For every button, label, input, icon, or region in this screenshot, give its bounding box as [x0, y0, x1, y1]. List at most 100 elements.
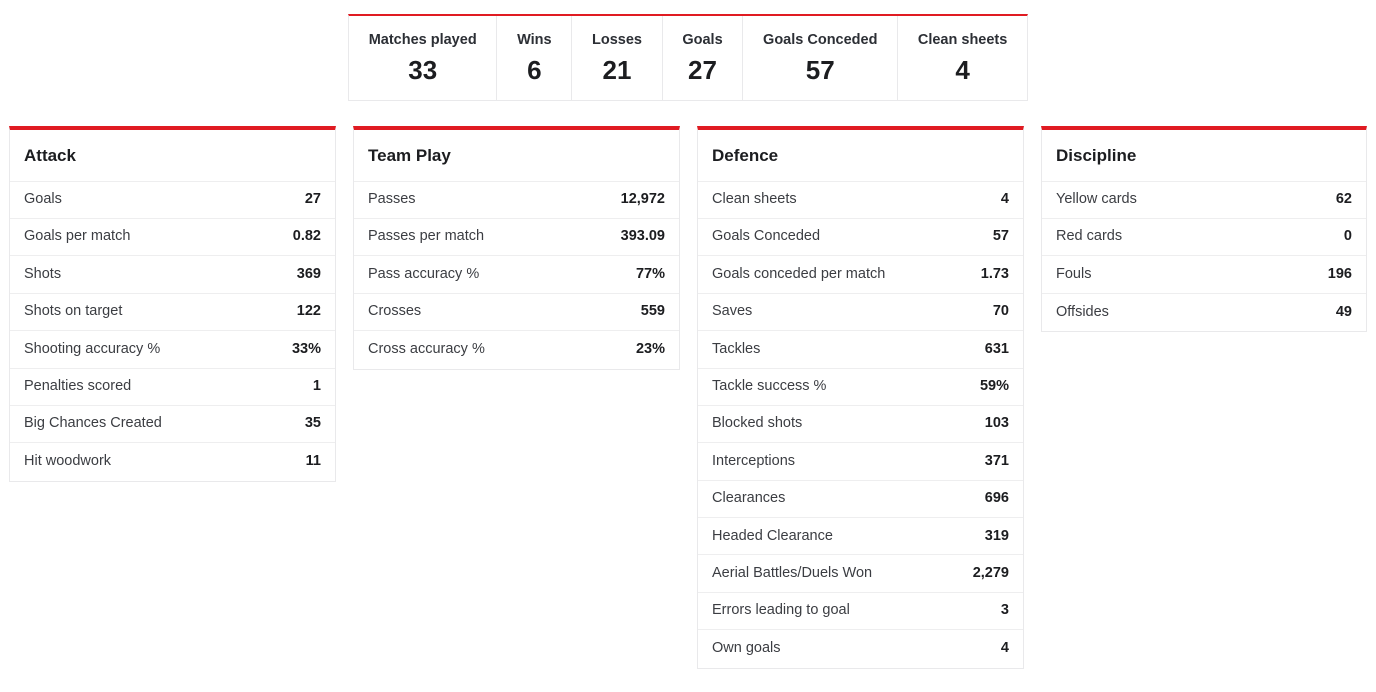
- stat-label: Pass accuracy %: [368, 265, 480, 282]
- stat-label: Shots: [24, 265, 62, 282]
- summary-label: Wins: [517, 31, 552, 48]
- stat-label: Saves: [712, 303, 753, 320]
- stat-label: Cross accuracy %: [368, 341, 485, 358]
- stat-value: 1: [312, 378, 321, 394]
- stat-value: 3: [1000, 602, 1009, 619]
- stat-row: Clean sheets 4: [698, 182, 1023, 219]
- stat-row: Goals Conceded 57: [698, 219, 1023, 257]
- summary-label: Clean sheets: [917, 31, 1008, 48]
- stat-card-team-play: Team Play Passes 12,972 Passes per match 393…: [353, 126, 680, 370]
- stat-label: Shots on target: [24, 303, 123, 320]
- stat-row: Big Chances Created 35: [10, 406, 335, 444]
- stat-row: Shooting accuracy % 33%: [10, 331, 335, 369]
- summary-value: 27: [688, 55, 717, 86]
- stat-label: Blocked shots: [712, 415, 803, 432]
- stat-label: Goals per match: [24, 228, 131, 245]
- stat-value: 23%: [635, 341, 665, 358]
- summary-label: Goals Conceded: [763, 31, 878, 48]
- stat-value: 33%: [291, 340, 321, 357]
- stat-value: 369: [296, 265, 321, 282]
- stat-label: Crosses: [368, 303, 422, 320]
- stat-row: Goals 27: [10, 182, 335, 219]
- stat-value: 70: [992, 303, 1009, 320]
- stat-label: Tackles: [712, 340, 761, 357]
- summary-value: 4: [955, 55, 970, 86]
- summary-label: Losses: [591, 31, 642, 48]
- stat-value: 0: [1343, 228, 1352, 245]
- stat-label: Clearances: [712, 490, 786, 507]
- stat-label: Goals Conceded: [712, 228, 821, 245]
- stat-value: 59%: [979, 378, 1009, 394]
- stat-row: Saves 70: [698, 294, 1023, 332]
- stat-row: Own goals 4: [698, 630, 1023, 667]
- summary-cell: Losses 21: [572, 16, 663, 100]
- stat-label: Headed Clearance: [712, 527, 833, 544]
- stat-label: Goals conceded per match: [712, 265, 886, 282]
- stat-row: Red cards 0: [1042, 219, 1366, 257]
- stat-label: Interceptions: [712, 452, 796, 469]
- summary-cell: Matches played 33: [349, 16, 498, 100]
- stat-label: Penalties scored: [24, 378, 132, 394]
- stat-value: 1.73: [980, 265, 1009, 282]
- stat-value: 35: [304, 415, 321, 432]
- card-title: Defence: [698, 130, 1023, 182]
- season-summary-bar: Matches played 33 Wins 6 Losses 21 Goals 27 Goal…: [348, 14, 1028, 101]
- stat-row: Errors leading to goal 3: [698, 593, 1023, 631]
- summary-cell: Clean sheets 4: [898, 16, 1027, 100]
- stat-row: Passes 12,972: [354, 182, 679, 219]
- stat-value: 57: [992, 228, 1009, 245]
- summary-cell: Goals Conceded 57: [743, 16, 899, 100]
- stat-value: 196: [1327, 265, 1352, 282]
- stat-label: Errors leading to goal: [712, 602, 850, 619]
- stat-label: Yellow cards: [1056, 191, 1137, 208]
- stat-value: 631: [984, 340, 1009, 357]
- stat-card-attack: Attack Goals 27 Goals per match 0.82 Shots 369…: [9, 126, 336, 482]
- stat-row: Yellow cards 62: [1042, 182, 1366, 219]
- stat-card-discipline: Discipline Yellow cards 62 Red cards 0 Fouls 1…: [1041, 126, 1367, 333]
- stat-label: Aerial Battles/Duels Won: [712, 564, 873, 581]
- stat-row: Passes per match 393.09: [354, 219, 679, 257]
- stat-value: 27: [304, 191, 321, 208]
- stat-row: Blocked shots 103: [698, 406, 1023, 444]
- stat-row: Headed Clearance 319: [698, 518, 1023, 556]
- stat-value: 49: [1335, 303, 1352, 320]
- stat-value: 11: [305, 453, 321, 470]
- stat-row: Shots 369: [10, 256, 335, 294]
- summary-label: Goals: [682, 31, 723, 48]
- stat-card-defence: Defence Clean sheets 4 Goals Conceded 57 Goal…: [697, 126, 1024, 669]
- stat-row: Shots on target 122: [10, 294, 335, 332]
- stat-value: 0.82: [292, 228, 321, 245]
- stat-value: 122: [296, 303, 321, 320]
- stat-value: 696: [984, 490, 1009, 507]
- stat-value: 2,279: [972, 564, 1009, 581]
- stat-row: Hit woodwork 11: [10, 443, 335, 480]
- stat-row: Goals conceded per match 1.73: [698, 256, 1023, 294]
- stat-label: Offsides: [1056, 303, 1109, 320]
- stat-row: Fouls 196: [1042, 256, 1366, 294]
- stat-value: 4: [1000, 640, 1009, 657]
- summary-value: 21: [602, 55, 632, 86]
- stat-label: Hit woodwork: [24, 453, 112, 470]
- stat-label: Goals: [24, 191, 62, 208]
- stat-label: Big Chances Created: [24, 415, 162, 432]
- stat-label: Clean sheets: [712, 191, 797, 208]
- stat-value: 103: [984, 415, 1009, 432]
- stat-row: Cross accuracy % 23%: [354, 331, 679, 368]
- stat-row: Offsides 49: [1042, 294, 1366, 331]
- stat-value: 393.09: [620, 228, 665, 245]
- stat-row: Pass accuracy % 77%: [354, 256, 679, 294]
- summary-value: 6: [527, 55, 542, 86]
- summary-cell: Goals 27: [663, 16, 744, 100]
- summary-value: 57: [805, 55, 835, 86]
- stat-value: 62: [1335, 191, 1352, 208]
- stat-label: Passes per match: [368, 228, 485, 245]
- stat-row: Crosses 559: [354, 294, 679, 332]
- stat-row: Goals per match 0.82: [10, 219, 335, 257]
- stat-label: Fouls: [1056, 265, 1092, 282]
- stat-row: Tackle success % 59%: [698, 369, 1023, 406]
- stat-label: Own goals: [712, 640, 781, 657]
- stat-value: 319: [984, 527, 1009, 544]
- stat-row: Tackles 631: [698, 331, 1023, 369]
- card-title: Discipline: [1042, 130, 1366, 182]
- stat-value: 77%: [635, 265, 665, 282]
